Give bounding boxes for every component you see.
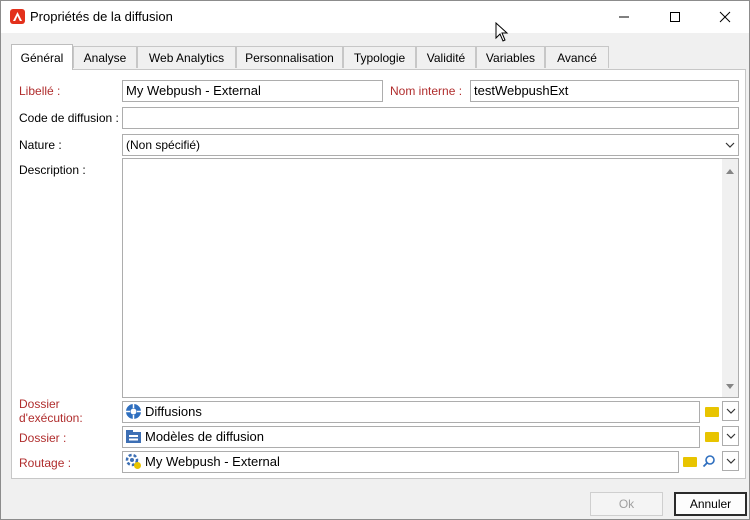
code-diffusion-label: Code de diffusion : <box>19 111 119 125</box>
dossier-input[interactable]: Modèles de diffusion <box>122 426 700 448</box>
routage-dropdown[interactable] <box>722 451 739 471</box>
description-scrollbar[interactable] <box>722 159 738 397</box>
minimize-button[interactable] <box>601 1 647 33</box>
code-diffusion-input[interactable] <box>122 107 739 129</box>
dossier-execution-value: Diffusions <box>145 404 202 419</box>
window-title: Propriétés de la diffusion <box>30 9 173 24</box>
dossier-execution-label: Dossier d'exécution: <box>19 397 83 425</box>
template-folder-icon <box>125 429 142 447</box>
dossier-label: Dossier : <box>19 431 67 445</box>
libelle-label: Libellé : <box>19 84 61 98</box>
close-button[interactable] <box>702 1 748 33</box>
scroll-up-icon[interactable] <box>726 163 734 177</box>
dialog-window: Propriétés de la diffusion Général Analy… <box>0 0 750 520</box>
dossier-execution-input[interactable]: Diffusions <box>122 401 700 423</box>
tab-validite[interactable]: Validité <box>416 46 476 68</box>
app-logo-icon <box>10 9 25 24</box>
dossier-value: Modèles de diffusion <box>145 429 265 444</box>
description-label: Description : <box>19 163 86 177</box>
diffusions-folder-icon <box>125 403 142 422</box>
tab-general[interactable]: Général <box>11 44 73 70</box>
browse-folder-icon[interactable] <box>705 407 719 417</box>
tab-variables[interactable]: Variables <box>476 46 545 68</box>
ok-button[interactable]: Ok <box>590 492 663 516</box>
tab-personnalisation[interactable]: Personnalisation <box>236 46 343 68</box>
cancel-button[interactable]: Annuler <box>674 492 747 516</box>
browse-folder-icon[interactable] <box>705 432 719 442</box>
browse-folder-icon[interactable] <box>683 457 697 467</box>
maximize-button[interactable] <box>652 1 698 33</box>
routage-input[interactable]: My Webpush - External <box>122 451 679 473</box>
tab-typologie[interactable]: Typologie <box>343 46 416 68</box>
nom-interne-input[interactable]: testWebpushExt <box>470 80 739 102</box>
chevron-down-icon[interactable] <box>721 135 738 155</box>
libelle-input[interactable]: My Webpush - External <box>122 80 383 102</box>
nom-interne-label: Nom interne : <box>390 84 463 98</box>
tab-avance[interactable]: Avancé <box>545 46 609 68</box>
tab-web-analytics[interactable]: Web Analytics <box>137 46 236 68</box>
mouse-cursor-icon <box>495 21 509 45</box>
nature-select[interactable]: (Non spécifié) <box>122 134 739 156</box>
dossier-execution-label-line1: Dossier <box>19 397 60 411</box>
routing-gear-icon <box>125 453 142 472</box>
dossier-execution-dropdown[interactable] <box>722 401 739 421</box>
dossier-execution-label-line2: d'exécution: <box>19 411 83 425</box>
dossier-dropdown[interactable] <box>722 426 739 446</box>
scroll-down-icon[interactable] <box>726 379 734 393</box>
routage-label: Routage : <box>19 456 72 470</box>
nature-selected-value: (Non spécifié) <box>126 138 201 152</box>
routage-value: My Webpush - External <box>145 454 280 469</box>
search-icon[interactable] <box>702 454 716 471</box>
nature-label: Nature : <box>19 138 62 152</box>
title-bar[interactable]: Propriétés de la diffusion <box>1 1 749 42</box>
tab-analyse[interactable]: Analyse <box>73 46 137 68</box>
description-textarea[interactable] <box>122 158 739 398</box>
